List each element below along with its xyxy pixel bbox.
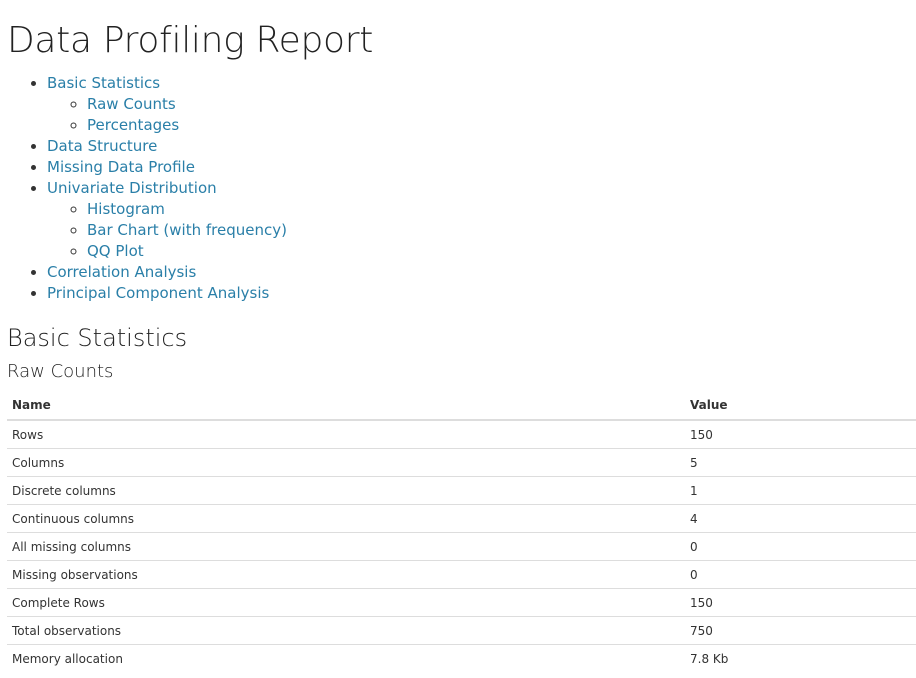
toc-subitem-bar-chart-with-frequency: Bar Chart (with frequency) [87,220,287,241]
table-cell-name: Memory allocation [7,644,685,672]
toc-link-basic-statistics[interactable]: Basic Statistics [47,74,160,92]
table-cell-name: Complete Rows [7,588,685,617]
column-header-value: Value [685,391,916,421]
table-cell-name: Continuous columns [7,504,685,533]
toc-link-bar-chart-with-frequency[interactable]: Bar Chart (with frequency) [87,221,287,239]
column-header-name: Name [7,391,685,421]
toc-sublist: Histogram Bar Chart (with frequency) QQ Pl… [47,199,287,262]
table-cell-name: Discrete columns [7,476,685,505]
table-row: Discrete columns 1 [7,476,916,505]
table-row: Columns 5 [7,448,916,477]
table-cell-name: Missing observations [7,560,685,589]
table-row: Complete Rows 150 [7,588,916,617]
toc-link-missing-data-profile[interactable]: Missing Data Profile [47,158,195,176]
table-cell-value: 5 [685,448,916,477]
toc-link-qq-plot[interactable]: QQ Plot [87,242,144,260]
page-title: Data Profiling Report [7,20,374,61]
table-cell-value: 750 [685,616,916,645]
table-row: All missing columns 0 [7,532,916,561]
table-cell-name: Rows [12,427,44,442]
toc-subitem-histogram: Histogram [87,199,287,220]
table-cell-name: Columns [7,448,685,477]
toc-link-histogram[interactable]: Histogram [87,200,165,218]
table-cell-value: 150 [685,588,916,617]
toc-item-missing-data-profile: Missing Data Profile [47,157,287,178]
table-row: Total observations 750 [7,616,916,645]
section-title-basic-statistics: Basic Statistics [7,324,188,352]
toc-item-correlation-analysis: Correlation Analysis [47,262,287,283]
toc-item-data-structure: Data Structure [47,136,287,157]
toc-item-univariate-distribution: Univariate Distribution Histogram Bar Char… [47,178,287,262]
table-cell-value: 1 [685,476,916,505]
table-cell-value: 0 [685,532,916,561]
table-of-contents: Basic Statistics Raw Counts Percentages Dat… [7,73,287,304]
table-row: Memory allocation 7.8 Kb [7,644,916,672]
toc-subitem-percentages: Percentages [87,115,287,136]
table-cell-value: 4 [685,504,916,533]
toc-link-principal-component-analysis[interactable]: Principal Component Analysis [47,284,269,302]
toc-sublist: Raw Counts Percentages [47,94,287,136]
toc-link-raw-counts[interactable]: Raw Counts [87,95,176,113]
table-cell-name: Total observations [7,616,685,645]
toc-link-univariate-distribution[interactable]: Univariate Distribution [47,179,217,197]
subsection-title-raw-counts: Raw Counts [7,361,114,382]
toc-link-correlation-analysis[interactable]: Correlation Analysis [47,263,196,281]
toc-subitem-qq-plot: QQ Plot [87,241,287,262]
toc-link-data-structure[interactable]: Data Structure [47,137,157,155]
toc-item-basic-statistics: Basic Statistics Raw Counts Percentages [47,73,287,136]
toc-subitem-raw-counts: Raw Counts [87,94,287,115]
table-row: Missing observations 0 [7,560,916,589]
table-body: Rows 150 Columns 5 Discrete columns 1 Continuo… [7,420,916,672]
toc-item-principal-component-analysis: Principal Component Analysis [47,283,287,304]
table-cell-name: All missing columns [7,532,685,561]
raw-counts-table: Name Value Rows 150 Columns 5 Discrete colum… [7,391,916,672]
table-cell-value: 7.8 Kb [685,644,916,672]
table-row: Continuous columns 4 [7,504,916,533]
table-header-row: Name Value [7,391,916,421]
table-cell-value: 0 [685,560,916,589]
table-row: Rows 150 [7,420,916,449]
toc-link-percentages[interactable]: Percentages [87,116,179,134]
table-cell-value: 150 [690,427,713,442]
